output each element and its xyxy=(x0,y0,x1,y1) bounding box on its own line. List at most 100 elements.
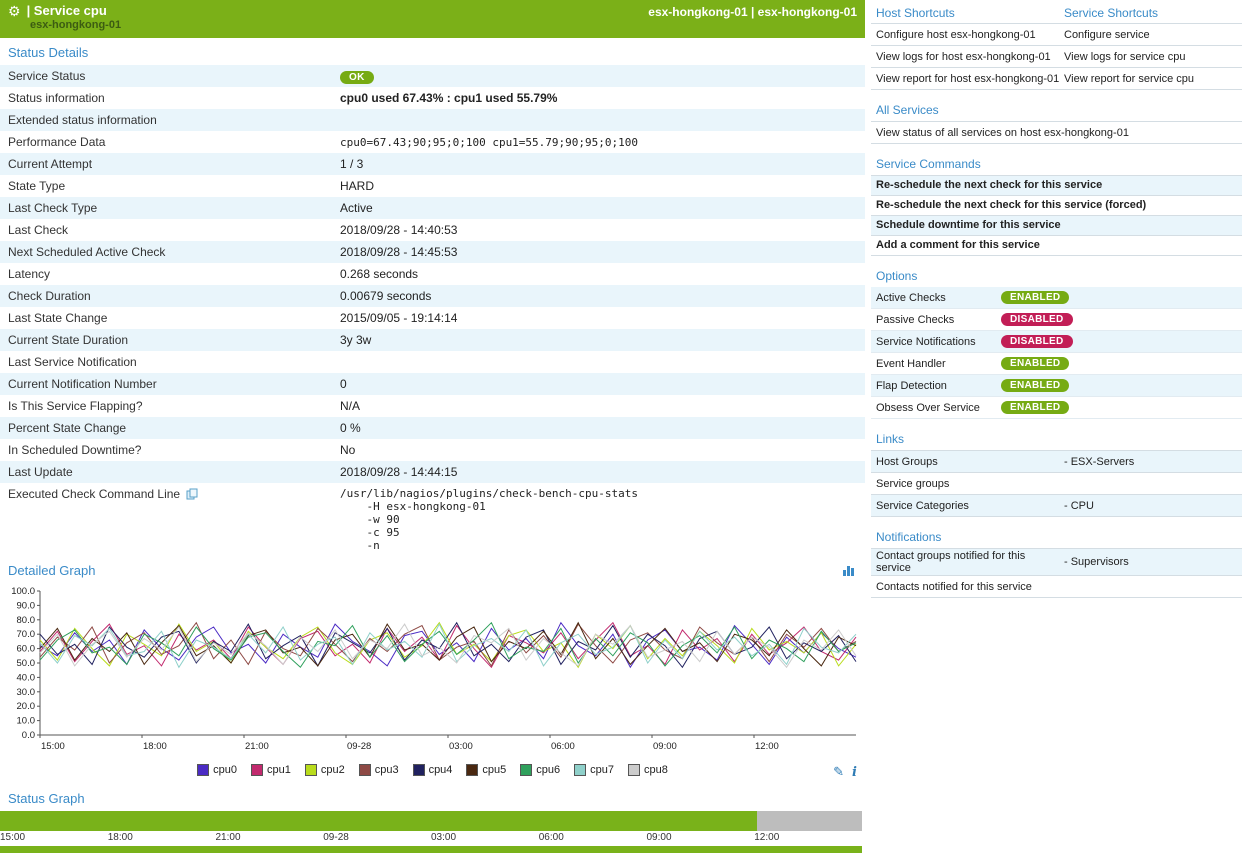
legend-item: cpu5 xyxy=(466,764,506,776)
option-state-badge[interactable]: ENABLED xyxy=(1001,401,1069,414)
legend-label: cpu7 xyxy=(590,764,614,776)
legend-swatch xyxy=(628,764,640,776)
link-row-value[interactable]: - ESX-Servers xyxy=(1062,456,1134,468)
notification-row-label: Contact groups notified for this service xyxy=(871,550,1062,574)
bar-chart-icon[interactable] xyxy=(842,564,855,577)
row-label: Extended status information xyxy=(0,113,340,127)
row-value: cpu0 used 67.43% : cpu1 used 55.79% xyxy=(340,91,557,105)
svg-text:30.0: 30.0 xyxy=(17,687,36,698)
x-axis-label: 21:00 xyxy=(216,832,241,843)
option-row: Passive ChecksDISABLED xyxy=(871,309,1242,331)
detailed-graph-header: Detailed Graph xyxy=(0,556,865,583)
status-row: Last Update2018/09/28 - 14:44:15 xyxy=(0,461,865,483)
status-row: Is This Service Flapping?N/A xyxy=(0,395,865,417)
row-value: 2018/09/28 - 14:45:53 xyxy=(340,245,457,259)
option-state-badge[interactable]: ENABLED xyxy=(1001,357,1069,370)
status-row: Executed Check Command Line/usr/lib/nagi… xyxy=(0,483,865,556)
link-row-value[interactable]: - CPU xyxy=(1062,500,1094,512)
shortcut-row: View logs for host esx-hongkong-01View l… xyxy=(871,46,1242,68)
host-shortcut-link[interactable]: View logs for host esx-hongkong-01 xyxy=(871,51,1062,63)
option-row: Event HandlerENABLED xyxy=(871,353,1242,375)
row-value: 0.00679 seconds xyxy=(340,289,431,303)
service-command-link[interactable]: Schedule downtime for this service xyxy=(871,216,1242,236)
legend-item: cpu7 xyxy=(574,764,614,776)
x-axis-label: 12:00 xyxy=(754,832,779,843)
service-shortcut-link[interactable]: Configure service xyxy=(1062,29,1150,41)
edit-graph-icon[interactable]: ✎ xyxy=(833,764,844,780)
legend-swatch xyxy=(305,764,317,776)
option-state-badge[interactable]: ENABLED xyxy=(1001,379,1069,392)
legend-label: cpu2 xyxy=(321,764,345,776)
legend-item: cpu2 xyxy=(305,764,345,776)
row-label-text: Service Status xyxy=(8,69,85,83)
service-commands-heading: Service Commands xyxy=(871,157,1242,171)
service-command-link[interactable]: Re-schedule the next check for this serv… xyxy=(871,176,1242,196)
notifications-heading: Notifications xyxy=(871,530,1242,544)
service-command-link[interactable]: Add a comment for this service xyxy=(871,236,1242,256)
x-axis-label: 09-28 xyxy=(323,832,349,843)
status-graph-bar xyxy=(0,811,862,831)
row-label: Percent State Change xyxy=(0,421,340,435)
row-value: 0.268 seconds xyxy=(340,267,418,281)
row-label: Current State Duration xyxy=(0,333,340,347)
row-label-text: Performance Data xyxy=(8,135,105,149)
shortcuts-header-row: Host Shortcuts Service Shortcuts xyxy=(871,2,1242,24)
legend-swatch xyxy=(520,764,532,776)
option-state-badge[interactable]: ENABLED xyxy=(1001,291,1069,304)
link-row: Service groups xyxy=(871,473,1242,495)
svg-text:60.0: 60.0 xyxy=(17,644,36,655)
legend-item: cpu3 xyxy=(359,764,399,776)
status-row: Last Service Notification xyxy=(0,351,865,373)
notification-row-value[interactable]: - Supervisors xyxy=(1062,556,1129,568)
gear-icon[interactable]: ⚙ xyxy=(8,4,21,18)
status-segment-ok xyxy=(0,811,757,831)
info-icon[interactable]: i xyxy=(852,765,857,780)
command-line: -H esx-hongkong-01 xyxy=(340,500,638,513)
option-state-badge[interactable]: DISABLED xyxy=(1001,313,1073,326)
row-label-text: State Type xyxy=(8,179,65,193)
copy-icon[interactable] xyxy=(186,488,198,500)
row-label-text: Current State Duration xyxy=(8,333,128,347)
links-heading: Links xyxy=(871,432,1242,446)
x-axis-label: 03:00 xyxy=(431,832,456,843)
legend-label: cpu1 xyxy=(267,764,291,776)
legend-label: cpu3 xyxy=(375,764,399,776)
row-label: Next Scheduled Active Check xyxy=(0,245,340,259)
graph-icons: ✎ i xyxy=(833,764,857,780)
status-row: Last State Change2015/09/05 - 19:14:14 xyxy=(0,307,865,329)
host-shortcut-link[interactable]: View report for host esx-hongkong-01 xyxy=(871,73,1062,85)
svg-text:90.0: 90.0 xyxy=(17,600,36,611)
status-row: Current State Duration 3y 3w xyxy=(0,329,865,351)
option-state-badge[interactable]: DISABLED xyxy=(1001,335,1073,348)
row-label: Is This Service Flapping? xyxy=(0,399,340,413)
shortcut-row: Configure host esx-hongkong-01Configure … xyxy=(871,24,1242,46)
row-value: /usr/lib/nagios/plugins/check-bench-cpu-… xyxy=(340,487,638,552)
service-shortcut-link[interactable]: View logs for service cpu xyxy=(1062,51,1185,63)
service-command-link[interactable]: Re-schedule the next check for this serv… xyxy=(871,196,1242,216)
legend-label: cpu6 xyxy=(536,764,560,776)
host-shortcut-link[interactable]: Configure host esx-hongkong-01 xyxy=(871,29,1062,41)
all-services-link[interactable]: View status of all services on host esx-… xyxy=(871,127,1129,139)
service-shortcut-link[interactable]: View report for service cpu xyxy=(1062,73,1194,85)
svg-text:80.0: 80.0 xyxy=(17,615,36,626)
legend-label: cpu5 xyxy=(482,764,506,776)
svg-text:09-28: 09-28 xyxy=(347,741,371,752)
svg-text:15:00: 15:00 xyxy=(41,741,65,752)
legend-label: cpu8 xyxy=(644,764,668,776)
row-label-text: Last Check xyxy=(8,223,68,237)
row-label-text: Check Duration xyxy=(8,289,91,303)
status-row: Current Attempt1 / 3 xyxy=(0,153,865,175)
row-value: 3y 3w xyxy=(340,333,371,347)
legend-item: cpu6 xyxy=(520,764,560,776)
legend-item: cpu4 xyxy=(413,764,453,776)
option-label: Passive Checks xyxy=(871,314,1001,326)
link-row: Host Groups- ESX-Servers xyxy=(871,451,1242,473)
status-ok-badge: OK xyxy=(340,71,374,84)
detailed-graph-svg: 0.010.020.030.040.050.060.070.080.090.01… xyxy=(0,583,862,761)
side-panel: Host Shortcuts Service Shortcuts Configu… xyxy=(871,0,1242,853)
option-row: Flap DetectionENABLED xyxy=(871,375,1242,397)
link-row-label: Host Groups xyxy=(871,456,1062,468)
row-label-text: Current Attempt xyxy=(8,157,92,171)
status-row: Status informationcpu0 used 67.43% : cpu… xyxy=(0,87,865,109)
row-label-text: Last State Change xyxy=(8,311,107,325)
